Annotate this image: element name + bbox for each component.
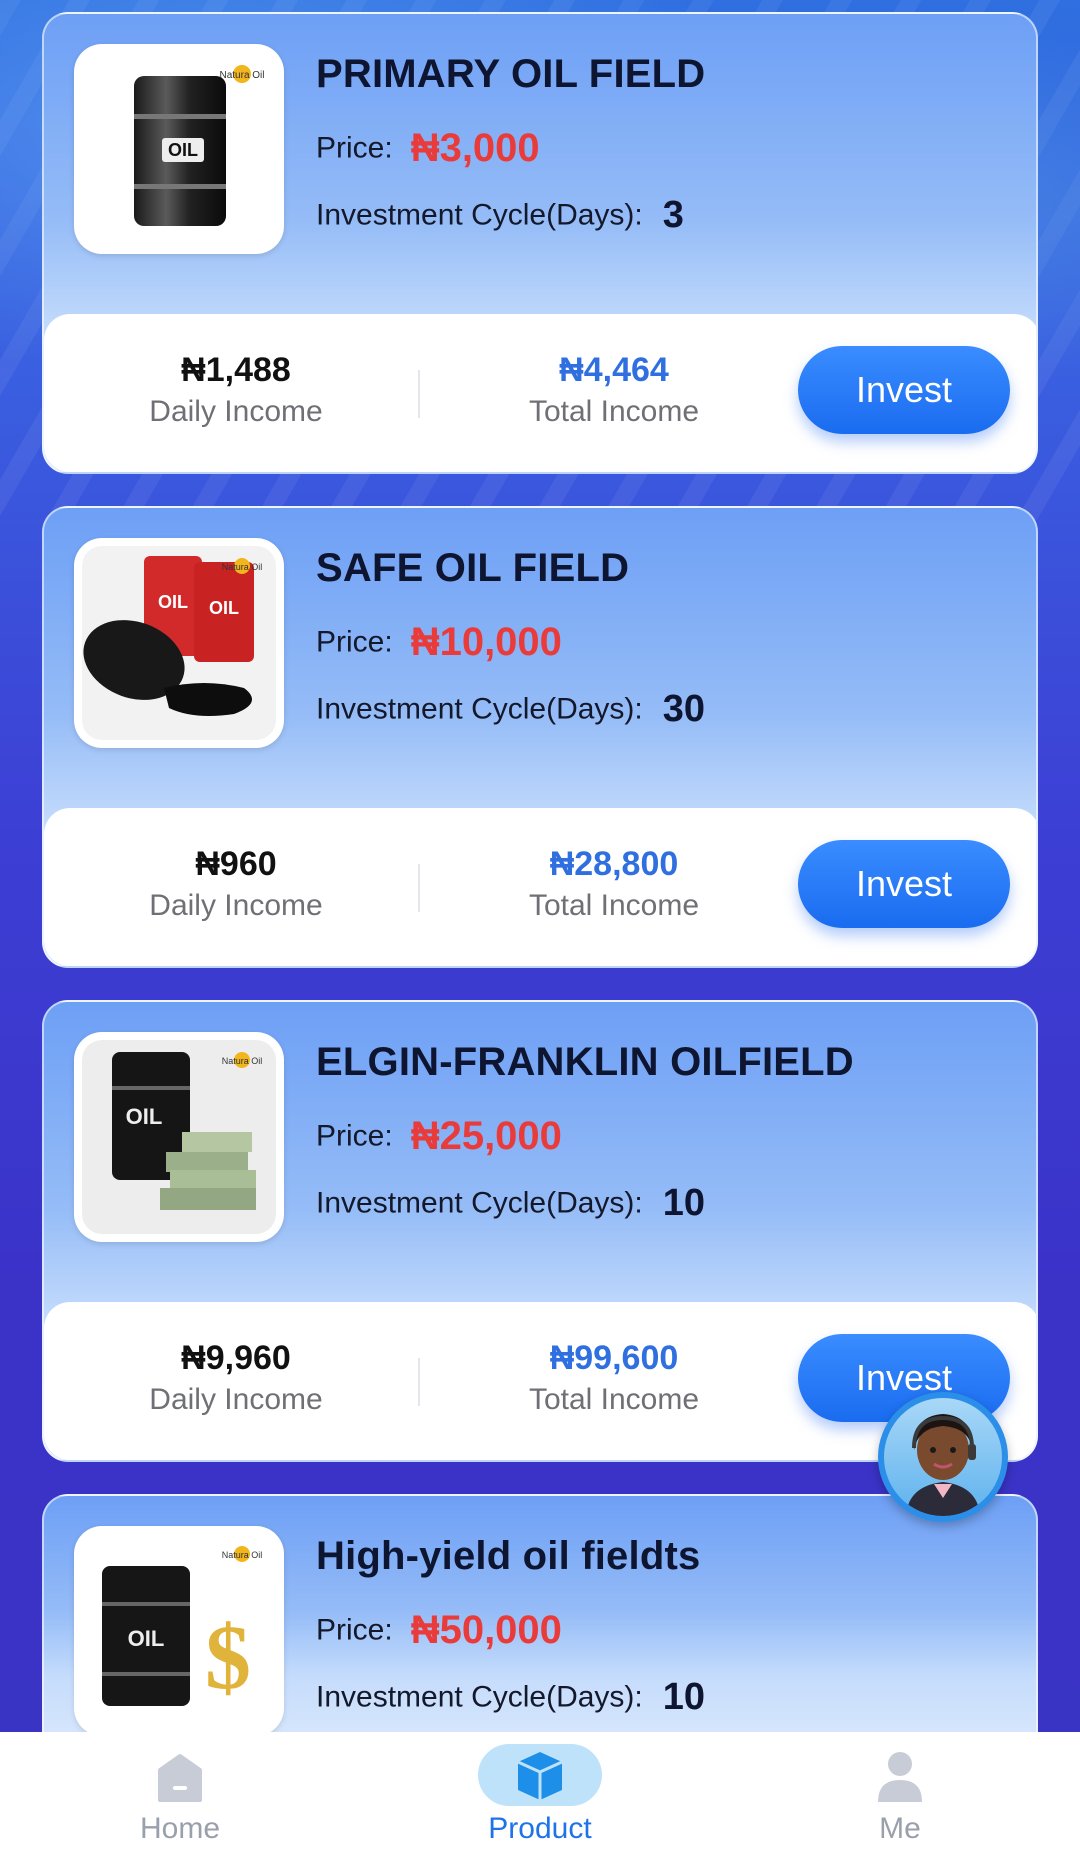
- divider: [418, 1358, 420, 1406]
- tab-product-label: Product: [488, 1812, 592, 1845]
- total-income-label: Total Income: [528, 395, 700, 428]
- invest-button[interactable]: Invest: [798, 346, 1010, 434]
- cycle-label: Investment Cycle(Days):: [316, 1680, 643, 1714]
- product-card: OIL $ Natura Oil High-yield oil fieldts …: [42, 1494, 1038, 1754]
- price-value: ₦10,000: [410, 620, 562, 664]
- cycle-row: Investment Cycle(Days): 3: [316, 194, 684, 237]
- total-income: ₦4,464 Total Income: [494, 350, 734, 434]
- bottom-tab-bar: Home Product Me: [0, 1732, 1080, 1858]
- home-icon: [130, 1742, 230, 1808]
- tab-me-label: Me: [879, 1812, 921, 1845]
- cycle-value: 3: [662, 194, 684, 236]
- cycle-row: Investment Cycle(Days): 30: [316, 688, 705, 731]
- total-income: ₦99,600 Total Income: [494, 1338, 734, 1422]
- daily-income-value: ₦1,488: [181, 351, 291, 389]
- income-panel: ₦1,488 Daily Income ₦4,464 Total Income …: [44, 314, 1036, 472]
- svg-text:$: $: [205, 1606, 251, 1708]
- svg-text:OIL: OIL: [209, 598, 239, 618]
- svg-text:OIL: OIL: [168, 140, 198, 160]
- cycle-row: Investment Cycle(Days): 10: [316, 1676, 705, 1719]
- price-value: ₦50,000: [410, 1608, 562, 1652]
- price-label: Price:: [316, 1613, 393, 1647]
- product-title: PRIMARY OIL FIELD: [316, 52, 706, 96]
- svg-text:Natura Oil: Natura Oil: [222, 1550, 263, 1560]
- price-label: Price:: [316, 625, 393, 659]
- product-image-oil-money: OIL Natura Oil: [74, 1032, 284, 1242]
- cycle-label: Investment Cycle(Days):: [316, 1186, 643, 1220]
- svg-text:Natura Oil: Natura Oil: [222, 562, 263, 572]
- svg-text:OIL: OIL: [128, 1626, 165, 1651]
- box-icon: [478, 1744, 602, 1806]
- product-list: OIL Natura Oil PRIMARY OIL FIELD Price: ₦…: [42, 12, 1038, 1786]
- daily-income-label: Daily Income: [149, 889, 323, 922]
- svg-text:Natura Oil: Natura Oil: [222, 1056, 263, 1066]
- cycle-value: 10: [662, 1676, 706, 1718]
- cycle-label: Investment Cycle(Days):: [316, 692, 643, 726]
- total-income-value: ₦99,600: [549, 1339, 679, 1377]
- price-row: Price: ₦10,000: [316, 620, 562, 665]
- daily-income-value: ₦960: [195, 845, 277, 883]
- customer-support-avatar-button[interactable]: [878, 1392, 1008, 1522]
- cycle-row: Investment Cycle(Days): 10: [316, 1182, 705, 1225]
- price-row: Price: ₦25,000: [316, 1114, 562, 1159]
- product-title: SAFE OIL FIELD: [316, 546, 630, 590]
- tab-home-label: Home: [139, 1812, 221, 1845]
- daily-income-label: Daily Income: [149, 395, 323, 428]
- total-income-value: ₦28,800: [549, 845, 679, 883]
- product-title: High-yield oil fieldts: [316, 1534, 701, 1578]
- product-card: OIL OIL Natura Oil SAFE OIL FIELD Price:…: [42, 506, 1038, 968]
- total-income-label: Total Income: [528, 1383, 700, 1416]
- price-row: Price: ₦50,000: [316, 1608, 562, 1653]
- product-card: OIL Natura Oil ELGIN-FRANKLIN OILFIELD P…: [42, 1000, 1038, 1462]
- daily-income: ₦1,488 Daily Income: [116, 350, 356, 434]
- daily-income-label: Daily Income: [149, 1383, 323, 1416]
- daily-income-value: ₦9,960: [181, 1339, 291, 1377]
- cycle-label: Investment Cycle(Days):: [316, 198, 643, 232]
- price-value: ₦25,000: [410, 1114, 562, 1158]
- product-title: ELGIN-FRANKLIN OILFIELD: [316, 1040, 854, 1084]
- product-card: OIL Natura Oil PRIMARY OIL FIELD Price: ₦…: [42, 12, 1038, 474]
- product-image-oil-spill: OIL OIL Natura Oil: [74, 538, 284, 748]
- svg-text:OIL: OIL: [158, 592, 188, 612]
- daily-income: ₦9,960 Daily Income: [116, 1338, 356, 1422]
- daily-income: ₦960 Daily Income: [116, 844, 356, 928]
- support-agent-icon: [906, 1414, 980, 1516]
- price-value: ₦3,000: [410, 126, 540, 170]
- tab-home[interactable]: Home: [80, 1732, 280, 1858]
- divider: [418, 864, 420, 912]
- svg-text:Natura Oil: Natura Oil: [219, 70, 264, 81]
- divider: [418, 370, 420, 418]
- total-income: ₦28,800 Total Income: [494, 844, 734, 928]
- price-label: Price:: [316, 1119, 393, 1153]
- total-income-label: Total Income: [528, 889, 700, 922]
- total-income-value: ₦4,464: [559, 351, 669, 389]
- cycle-value: 10: [662, 1182, 706, 1224]
- price-row: Price: ₦3,000: [316, 126, 540, 171]
- user-icon: [850, 1742, 950, 1808]
- price-label: Price:: [316, 131, 393, 165]
- invest-button[interactable]: Invest: [798, 840, 1010, 928]
- tab-product[interactable]: Product: [440, 1732, 640, 1858]
- svg-text:OIL: OIL: [126, 1104, 163, 1129]
- cycle-value: 30: [662, 688, 706, 730]
- tab-me[interactable]: Me: [800, 1732, 1000, 1858]
- product-image-oil-barrel: OIL Natura Oil: [74, 44, 284, 254]
- income-panel: ₦960 Daily Income ₦28,800 Total Income I…: [44, 808, 1036, 966]
- product-image-oil-dollar: OIL $ Natura Oil: [74, 1526, 284, 1736]
